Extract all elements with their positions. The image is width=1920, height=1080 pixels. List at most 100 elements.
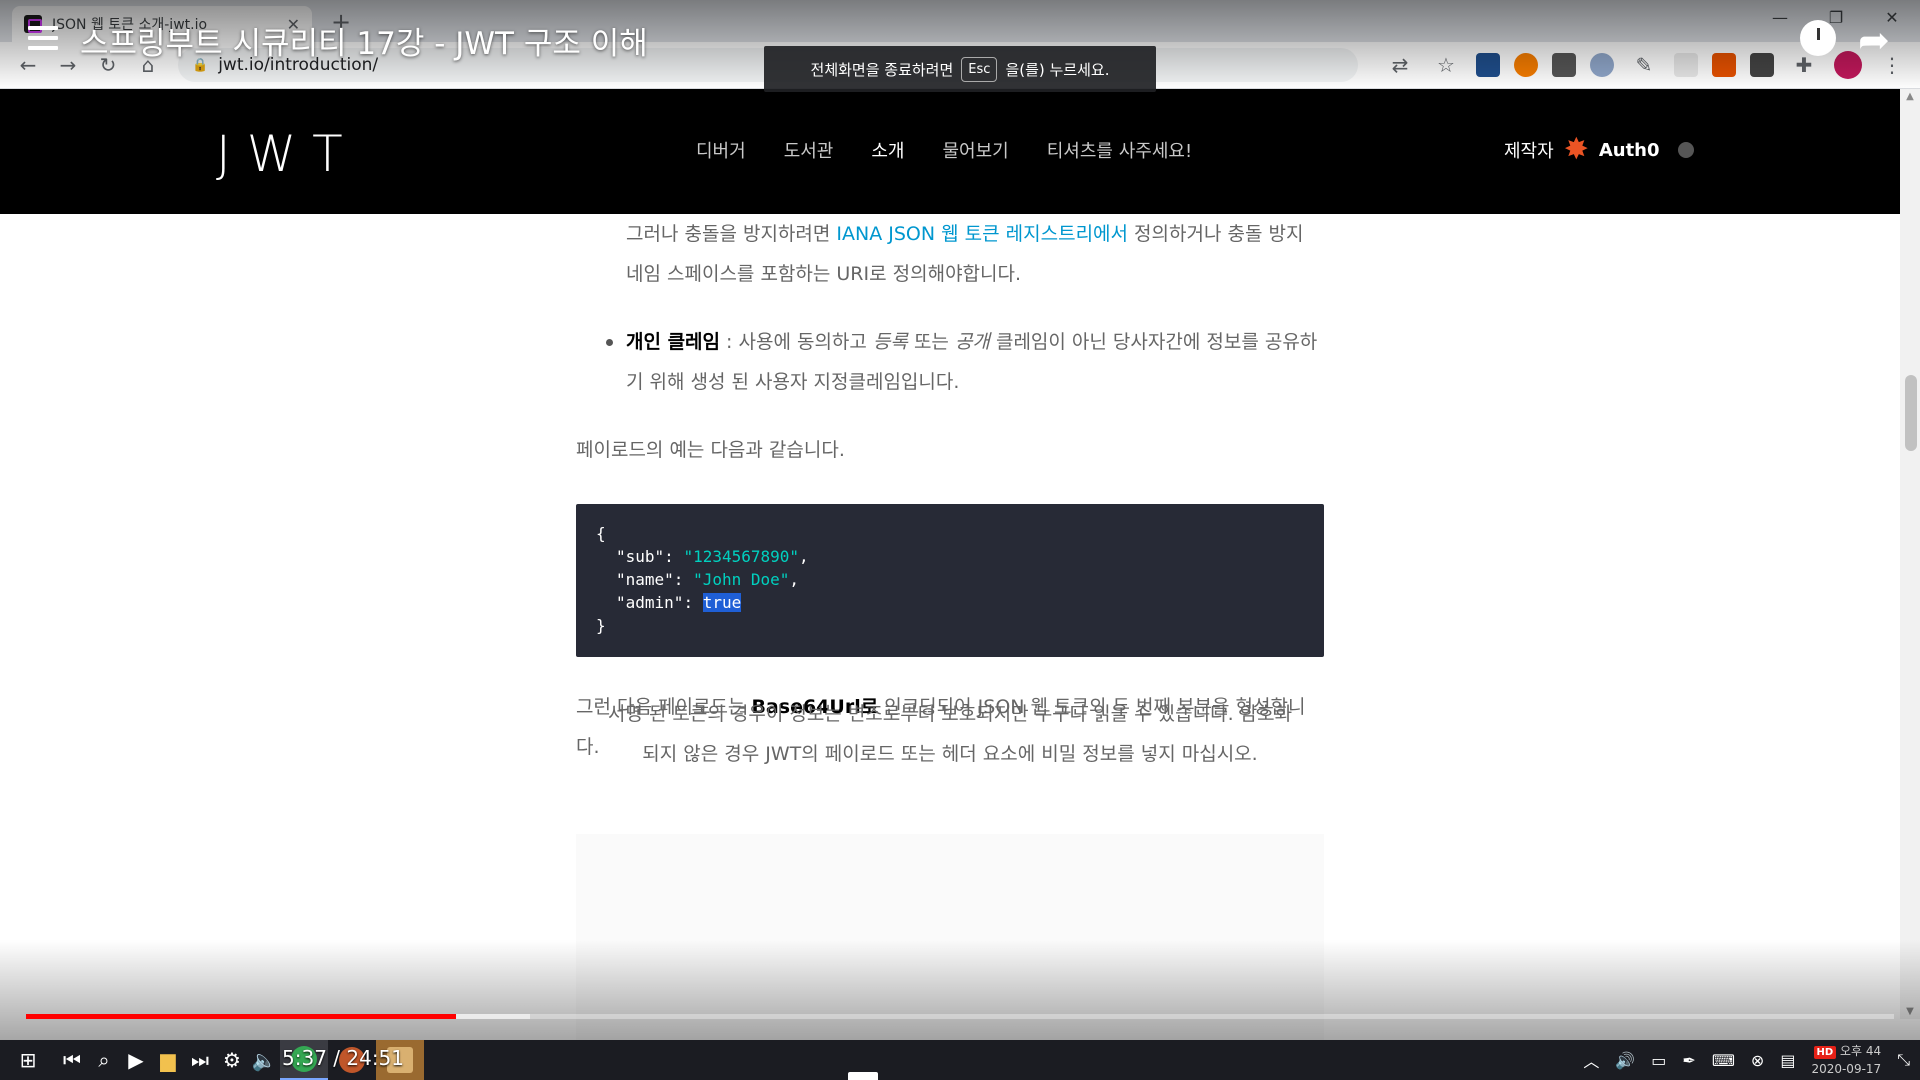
window-controls: — ❐ ✕ (1752, 0, 1920, 34)
play-icon[interactable]: ▶ (120, 1040, 152, 1080)
private-claims-item: 개인 클레임 : 사용에 동의하고 등록 또는 공개 클레임이 아닌 당사자간에… (576, 322, 1324, 402)
code-colon: : (664, 547, 684, 566)
search-icon[interactable]: ⌕ (88, 1040, 120, 1080)
public-term: 공개 (954, 331, 990, 353)
extension-orange-icon[interactable] (1514, 53, 1538, 77)
tray-time: 오후 44 (1840, 1044, 1882, 1058)
exit-fullscreen-icon[interactable]: ⤡ (1897, 1050, 1910, 1070)
code-comma: , (799, 547, 809, 566)
puzzle-extensions-icon[interactable]: ✚ (1788, 49, 1820, 81)
tab-strip: JSON 웹 토큰 소개-jwt.io ✕ + — ❐ ✕ (0, 0, 1920, 42)
warning-note: 서명 된 토큰의 경우이 정보는 변조로부터 보호되지만 누구나 읽을 수 있습… (607, 703, 1293, 765)
esc-key-badge: Esc (961, 56, 998, 82)
auth0-logo-icon: ✸ (1563, 132, 1589, 167)
video-progress-bar[interactable] (26, 1014, 1894, 1019)
site-nav: 디버거 도서관 소개 물어보기 티셔츠를 사주세요! (696, 137, 1192, 163)
site-header: JWT 디버거 도서관 소개 물어보기 티셔츠를 사주세요! 제작자 ✸ Aut… (0, 89, 1900, 214)
lock-icon: 🔒 (192, 57, 209, 73)
private-claims-term: 개인 클레임 (626, 331, 721, 353)
code-key: "name" (616, 570, 674, 589)
battery-icon[interactable]: ▭ (1651, 1051, 1666, 1070)
code-line: "admin": true (596, 591, 1304, 614)
taskbar-indicator (848, 1072, 878, 1080)
extension-info-icon[interactable] (1750, 53, 1774, 77)
minimize-button[interactable]: — (1752, 0, 1808, 34)
nav-libraries[interactable]: 도서관 (784, 137, 834, 163)
more-menu-icon[interactable]: ⋮ (1876, 49, 1908, 81)
maker-label: 제작자 (1504, 141, 1554, 162)
banner-text: 전체화면을 종료하려면 (810, 60, 954, 79)
translate-icon[interactable]: ⇄ (1384, 49, 1416, 81)
code-colon: : (683, 593, 703, 612)
code-line: "name": "John Doe", (596, 568, 1304, 591)
code-key: "admin" (616, 593, 684, 612)
code-brace: } (596, 616, 606, 635)
video-bottom-overlay (0, 940, 1920, 1040)
page-scrollbar[interactable]: ▲ ▼ (1900, 89, 1920, 1019)
extension-round-icon[interactable] (1590, 53, 1614, 77)
extension-c-icon[interactable] (1552, 53, 1576, 77)
crafted-by[interactable]: 제작자 ✸ Auth0 (1504, 135, 1694, 165)
tray-clock[interactable]: HD 오후 44 2020-09-17 (1811, 1043, 1881, 1077)
previous-icon[interactable]: ⏮ (56, 1040, 88, 1080)
progress-played (26, 1014, 456, 1019)
keyboard-icon[interactable]: ⌨ (1712, 1051, 1735, 1070)
text-segment: 그러나 충돌을 방지하려면 (626, 223, 837, 245)
subtitles-icon[interactable]: ▤ (1780, 1051, 1795, 1070)
tab-close-icon[interactable]: ✕ (287, 15, 300, 34)
close-circle-icon[interactable]: ⊗ (1751, 1051, 1764, 1070)
home-icon[interactable]: ⌂ (132, 49, 164, 81)
nav-tshirt[interactable]: 티셔츠를 사주세요! (1047, 137, 1192, 163)
fullscreen-exit-banner: 전체화면을 종료하려면 Esc 을(를) 누르세요. (764, 46, 1156, 92)
bookmark-star-icon[interactable]: ☆ (1430, 49, 1462, 81)
tray-up-icon[interactable]: ︿ (1583, 1048, 1599, 1072)
code-colon: : (673, 570, 694, 589)
nav-debugger[interactable]: 디버거 (696, 137, 746, 163)
system-tray: ︿ 🔊 ▭ ✒ ⌨ ⊗ ▤ HD 오후 44 2020-09-17 ⤡ (1583, 1040, 1910, 1080)
speaker-icon[interactable]: 🔊 (1615, 1051, 1635, 1070)
playlist-menu-icon[interactable] (28, 26, 58, 54)
text-segment: 또는 (907, 331, 955, 353)
tray-date: 2020-09-17 (1811, 1062, 1882, 1076)
eyedropper-icon[interactable]: ✎ (1628, 49, 1660, 81)
nav-ask[interactable]: 물어보기 (943, 137, 1009, 163)
close-window-button[interactable]: ✕ (1864, 0, 1920, 34)
page-content: 그러나 충돌을 방지하려면 IANA JSON 웹 토큰 레지스트리에서 정의하… (0, 214, 1900, 1040)
pen-icon[interactable]: ✒ (1682, 1051, 1695, 1070)
code-line: "sub": "1234567890", (596, 545, 1304, 568)
hd-badge: HD (1813, 1046, 1837, 1059)
registered-term: 등록 (872, 331, 908, 353)
article: 그러나 충돌을 방지하려면 IANA JSON 웹 토큰 레지스트리에서 정의하… (576, 214, 1324, 767)
volume-icon[interactable]: 🔈 (248, 1040, 280, 1080)
extension-blank-icon[interactable] (1674, 53, 1698, 77)
windows-start-icon[interactable]: ⊞ (0, 1040, 56, 1080)
next-icon[interactable]: ⏭ (184, 1040, 216, 1080)
restore-button[interactable]: ❐ (1808, 0, 1864, 34)
tab-title: JSON 웹 토큰 소개-jwt.io (52, 17, 208, 33)
code-selected-value: true (702, 593, 742, 612)
jwt-logo[interactable]: JWT (216, 125, 359, 183)
code-string: "John Doe" (693, 570, 790, 589)
scroll-up-icon[interactable]: ▲ (1900, 91, 1920, 102)
nav-introduction[interactable]: 소개 (871, 137, 904, 163)
profile-avatar[interactable] (1834, 51, 1862, 79)
registered-claims-paragraph: 그러나 충돌을 방지하려면 IANA JSON 웹 토큰 레지스트리에서 정의하… (576, 214, 1324, 294)
code-comma: , (789, 570, 800, 589)
text-segment: : 사용에 동의하고 (720, 331, 873, 353)
reload-icon[interactable]: ↻ (92, 49, 124, 81)
settings-gear-icon[interactable]: ⚙ (216, 1040, 248, 1080)
extension-blue-icon[interactable] (1476, 53, 1500, 77)
code-key: "sub" (616, 547, 665, 566)
new-tab-button[interactable]: + (326, 8, 356, 36)
banner-text: 을(를) 누르세요. (1005, 60, 1110, 79)
scroll-thumb[interactable] (1905, 375, 1917, 451)
video-time: 5:37 / 24:51 (282, 1046, 405, 1070)
payload-example-intro: 페이로드의 예는 다음과 같습니다. (576, 439, 845, 461)
url-text: jwt.io/introduction/ (218, 55, 379, 75)
extension-bar: ⇄ ☆ ✎ ✚ ⋮ (1384, 49, 1908, 81)
iana-registry-link[interactable]: IANA JSON 웹 토큰 레지스트리에서 (836, 223, 1128, 245)
extension-ex-icon[interactable] (1712, 53, 1736, 77)
payload-code-block[interactable]: { "sub": "1234567890", "name": "John Doe… (576, 504, 1324, 657)
auth0-name: Auth0 (1598, 139, 1660, 161)
folder-icon[interactable]: ▆ (152, 1040, 184, 1080)
